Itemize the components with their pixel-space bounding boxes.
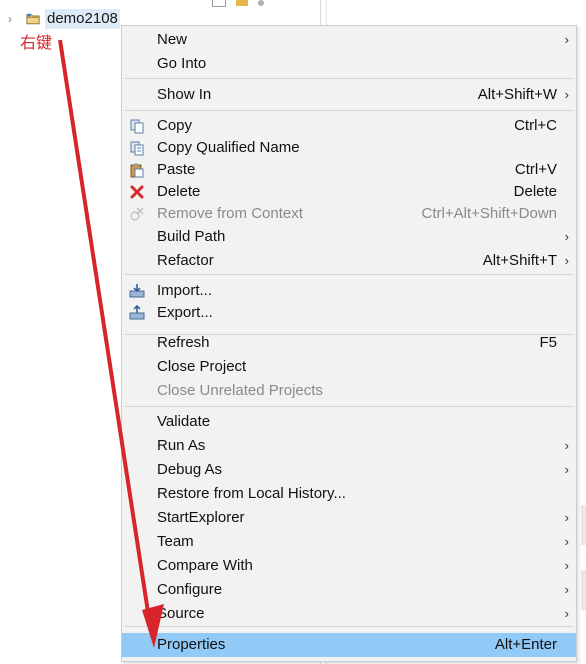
chevron-right-icon: › bbox=[564, 229, 569, 244]
menu-item-copy-qualified-name[interactable]: Copy Qualified Name bbox=[122, 136, 576, 160]
menu-item-new[interactable]: New › bbox=[122, 28, 576, 52]
project-name-label: demo2108 bbox=[45, 9, 120, 29]
menu-item-refresh[interactable]: Refresh F5 bbox=[122, 331, 576, 355]
menu-item-properties[interactable]: Properties Alt+Enter bbox=[122, 633, 576, 657]
menu-separator bbox=[125, 78, 573, 79]
menu-item-shortcut: Alt+Shift+W bbox=[477, 86, 557, 103]
chevron-right-icon[interactable]: › bbox=[8, 8, 20, 30]
menu-item-validate[interactable]: Validate bbox=[122, 410, 576, 434]
menu-item-go-into[interactable]: Go Into bbox=[122, 52, 576, 76]
menu-item-refactor[interactable]: Refactor Alt+Shift+T › bbox=[122, 249, 576, 273]
chevron-right-icon: › bbox=[564, 582, 569, 597]
menu-item-label: Copy Qualified Name bbox=[157, 139, 300, 156]
export-icon bbox=[129, 305, 145, 320]
menu-item-run-as[interactable]: Run As › bbox=[122, 434, 576, 458]
scrollbar-track-lower[interactable] bbox=[581, 570, 586, 610]
chevron-right-icon: › bbox=[564, 558, 569, 573]
menu-item-debug-as[interactable]: Debug As › bbox=[122, 458, 576, 482]
menu-item-label: Refactor bbox=[157, 252, 214, 269]
chevron-right-icon: › bbox=[564, 606, 569, 621]
menu-item-label: Source bbox=[157, 605, 205, 622]
menu-item-close-unrelated-projects: Close Unrelated Projects bbox=[122, 379, 576, 403]
menu-item-remove-from-context: Remove from Context Ctrl+Alt+Shift+Down bbox=[122, 202, 576, 226]
chevron-right-icon: › bbox=[564, 438, 569, 453]
scrollbar-track-upper[interactable] bbox=[581, 505, 586, 545]
menu-item-label: Restore from Local History... bbox=[157, 485, 346, 502]
chevron-right-icon: › bbox=[564, 32, 569, 47]
menu-separator bbox=[125, 274, 573, 275]
explorer-toolbar bbox=[212, 0, 264, 8]
tree-item-project[interactable]: › demo2108 bbox=[8, 8, 120, 30]
menu-item-shortcut: Ctrl+Alt+Shift+Down bbox=[421, 205, 557, 222]
menu-item-show-in[interactable]: Show In Alt+Shift+W › bbox=[122, 83, 576, 107]
menu-item-label: New bbox=[157, 31, 188, 48]
delete-icon bbox=[130, 185, 144, 199]
menu-item-label: Configure bbox=[157, 581, 223, 598]
menu-item-label: Properties bbox=[157, 636, 226, 653]
chevron-right-icon: › bbox=[564, 87, 569, 102]
menu-item-label: StartExplorer bbox=[157, 509, 245, 526]
screenshot-root: › demo2108 右键 New › Go Into Show In Alt+Shif… bbox=[0, 0, 586, 664]
menu-item-label: Validate bbox=[157, 413, 211, 430]
menu-item-paste[interactable]: Paste Ctrl+V bbox=[122, 158, 576, 182]
menu-item-export[interactable]: Export... bbox=[122, 301, 576, 325]
menu-item-label: Debug As bbox=[157, 461, 223, 478]
menu-item-shortcut: Alt+Enter bbox=[494, 636, 557, 653]
chevron-right-icon: › bbox=[564, 510, 569, 525]
annotation-label: 右键 bbox=[20, 33, 53, 52]
menu-item-label: Close Unrelated Projects bbox=[157, 382, 323, 399]
project-folder-icon bbox=[26, 13, 40, 25]
menu-item-copy[interactable]: Copy Ctrl+C bbox=[122, 114, 576, 138]
menu-item-import[interactable]: Import... bbox=[122, 279, 576, 303]
copy-qualified-name-icon bbox=[130, 141, 144, 156]
menu-item-label: Remove from Context bbox=[157, 205, 303, 222]
import-icon bbox=[129, 284, 145, 298]
menu-separator bbox=[125, 110, 573, 111]
menu-item-close-project[interactable]: Close Project bbox=[122, 355, 576, 379]
copy-icon bbox=[130, 119, 144, 134]
chevron-right-icon: › bbox=[564, 462, 569, 477]
menu-item-delete[interactable]: Delete Delete bbox=[122, 180, 576, 204]
menu-item-source[interactable]: Source › bbox=[122, 602, 576, 626]
paste-icon bbox=[130, 163, 144, 178]
menu-item-build-path[interactable]: Build Path › bbox=[122, 225, 576, 249]
context-menu: New › Go Into Show In Alt+Shift+W › Copy Ctrl+C… bbox=[121, 25, 577, 662]
link-with-editor-icon[interactable] bbox=[236, 0, 248, 6]
menu-item-label: Paste bbox=[157, 161, 196, 178]
menu-item-label: Delete bbox=[157, 183, 201, 200]
menu-item-label: Go Into bbox=[157, 55, 207, 72]
menu-item-shortcut: Delete bbox=[513, 183, 557, 200]
menu-item-configure[interactable]: Configure › bbox=[122, 578, 576, 602]
menu-item-label: Team bbox=[157, 533, 194, 550]
menu-item-shortcut: Ctrl+C bbox=[514, 117, 557, 134]
menu-item-label: Show In bbox=[157, 86, 212, 103]
menu-separator bbox=[125, 406, 573, 407]
view-menu-icon[interactable] bbox=[258, 0, 264, 6]
menu-item-label: Import... bbox=[157, 282, 213, 299]
menu-item-shortcut: Alt+Shift+T bbox=[482, 252, 557, 269]
chevron-right-icon: › bbox=[564, 534, 569, 549]
collapse-all-icon[interactable] bbox=[212, 0, 226, 7]
menu-item-restore-from-local-history[interactable]: Restore from Local History... bbox=[122, 482, 576, 506]
menu-item-compare-with[interactable]: Compare With › bbox=[122, 554, 576, 578]
menu-item-shortcut: F5 bbox=[539, 334, 557, 351]
menu-item-shortcut: Ctrl+V bbox=[514, 161, 557, 178]
menu-item-label: Run As bbox=[157, 437, 206, 454]
menu-item-startexplorer[interactable]: StartExplorer › bbox=[122, 506, 576, 530]
menu-separator bbox=[125, 626, 573, 627]
menu-item-label: Refresh bbox=[157, 334, 210, 351]
menu-item-label: Copy bbox=[157, 117, 193, 134]
menu-item-team[interactable]: Team › bbox=[122, 530, 576, 554]
menu-item-label: Export... bbox=[157, 304, 213, 321]
menu-item-label: Compare With bbox=[157, 557, 253, 574]
chevron-right-icon: › bbox=[564, 253, 569, 268]
menu-item-label: Build Path bbox=[157, 228, 226, 245]
menu-item-label: Close Project bbox=[157, 358, 247, 375]
remove-from-context-icon bbox=[130, 207, 144, 221]
